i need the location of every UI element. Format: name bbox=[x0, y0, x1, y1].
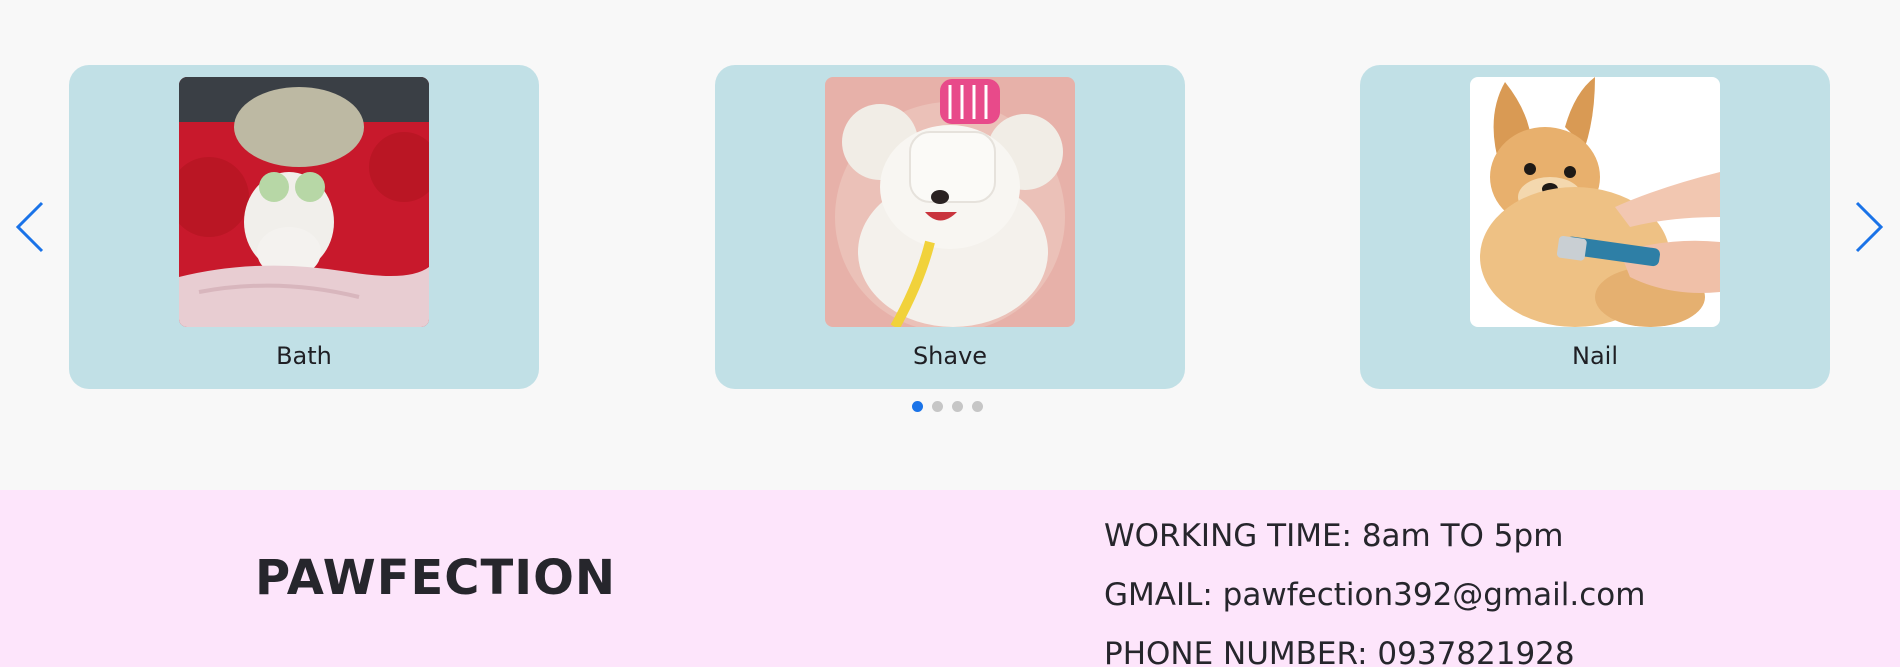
pagination-dot[interactable] bbox=[972, 401, 983, 412]
carousel-pagination bbox=[912, 401, 983, 413]
working-time: WORKING TIME: 8am TO 5pm bbox=[1104, 518, 1564, 554]
phone-number: PHONE NUMBER: 0937821928 bbox=[1104, 636, 1575, 667]
service-card-nail[interactable]: Nail bbox=[1360, 65, 1830, 389]
nail-image bbox=[1470, 77, 1720, 327]
card-label: Bath bbox=[276, 342, 332, 370]
pagination-dot[interactable] bbox=[912, 401, 923, 412]
shave-image bbox=[825, 77, 1075, 327]
service-card-bath[interactable]: Bath bbox=[69, 65, 539, 389]
chevron-left-icon bbox=[15, 201, 44, 253]
card-label: Shave bbox=[912, 342, 988, 370]
service-card-shave[interactable]: Shave bbox=[715, 65, 1185, 389]
pagination-dot[interactable] bbox=[952, 401, 963, 412]
carousel-next-button[interactable] bbox=[1849, 195, 1889, 259]
services-carousel: Bath Shave Nail bbox=[0, 0, 1900, 490]
chevron-right-icon bbox=[1855, 201, 1884, 253]
gmail-contact: GMAIL: pawfection392@gmail.com bbox=[1104, 577, 1646, 613]
brand-name: PAWFECTION bbox=[255, 550, 617, 606]
pagination-dot[interactable] bbox=[932, 401, 943, 412]
bath-image bbox=[179, 77, 429, 327]
card-label: Nail bbox=[1572, 342, 1618, 370]
carousel-prev-button[interactable] bbox=[10, 195, 50, 259]
site-footer: PAWFECTION WORKING TIME: 8am TO 5pm GMAI… bbox=[0, 490, 1900, 667]
